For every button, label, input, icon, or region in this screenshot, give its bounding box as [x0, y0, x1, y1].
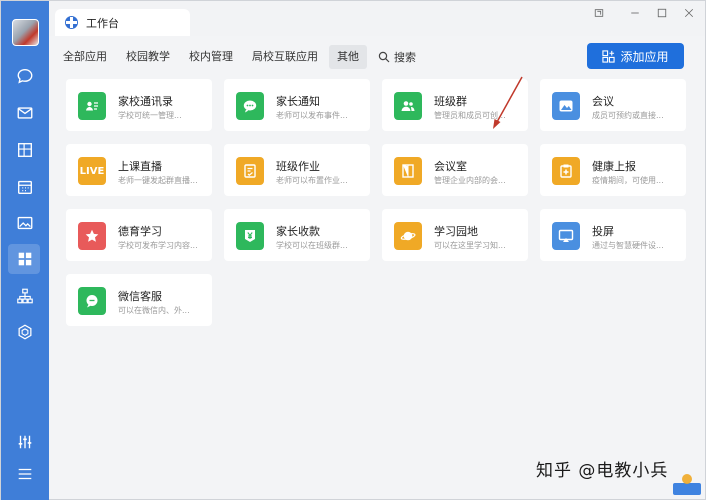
app-desc: 管理企业内部的会...: [434, 176, 506, 185]
app-title: 微信客服: [118, 290, 162, 303]
app-card-parent-payment[interactable]: 家长收款 学校可以在班级群...: [224, 209, 370, 261]
app-title: 会议室: [434, 160, 467, 173]
pin-icon[interactable]: [588, 5, 610, 21]
people-icon: [394, 92, 422, 120]
annotation-arrow-icon: [493, 76, 523, 129]
app-title: 家长通知: [276, 95, 320, 108]
search-icon: [378, 51, 390, 63]
app-desc: 成员可预约或直接...: [592, 111, 664, 120]
tab-all-apps[interactable]: 全部应用: [63, 45, 107, 69]
app-title: 家校通讯录: [118, 95, 173, 108]
chat-bubble-icon: [236, 92, 264, 120]
title-bar: 工作台: [49, 1, 705, 36]
tab-other[interactable]: 其他: [329, 45, 367, 69]
grid-icon[interactable]: [15, 249, 35, 269]
add-app-label: 添加应用: [620, 49, 669, 64]
add-app-button[interactable]: 添加应用: [587, 43, 684, 69]
app-title: 班级群: [434, 95, 467, 108]
app-card-live-class[interactable]: LIVE 上课直播 老师一键发起群直播...: [66, 144, 212, 196]
health-clipboard-icon: [552, 157, 580, 185]
app-card-moral-study[interactable]: 德育学习 学校可发布学习内容...: [66, 209, 212, 261]
wechat-service-icon: [78, 287, 106, 315]
homework-icon: [236, 157, 264, 185]
watermark-logo-icon: [673, 474, 701, 495]
app-title: 上课直播: [118, 160, 162, 173]
app-card-homework[interactable]: 班级作业 老师可以布置作业...: [224, 144, 370, 196]
search-label: 搜索: [394, 51, 416, 64]
app-card-learning-garden[interactable]: 学习园地 可以在这里学习知...: [382, 209, 528, 261]
app-desc: 学校可以在班级群...: [276, 241, 348, 250]
workbench-content: 全部应用 校园教学 校内管理 局校互联应用 其他 搜索 添加应用 家校通讯录 学…: [49, 36, 705, 499]
app-desc: 通过与智慧硬件设...: [592, 241, 664, 250]
tab-school-management[interactable]: 校内管理: [189, 45, 233, 69]
star-icon: [78, 222, 106, 250]
image-icon[interactable]: [15, 213, 35, 233]
org-chart-icon[interactable]: [15, 286, 35, 306]
door-icon: [394, 157, 422, 185]
app-card-meeting-room[interactable]: 会议室 管理企业内部的会...: [382, 144, 528, 196]
menu-icon[interactable]: [15, 464, 35, 484]
app-card-contacts[interactable]: 家校通讯录 学校可统一管理...: [66, 79, 212, 131]
chat-icon[interactable]: [15, 66, 35, 86]
close-icon[interactable]: [678, 5, 700, 21]
app-card-screen-cast[interactable]: 投屏 通过与智慧硬件设...: [540, 209, 686, 261]
app-desc: 老师可以布置作业...: [276, 176, 348, 185]
add-app-icon: [602, 49, 616, 63]
app-title: 德育学习: [118, 225, 162, 238]
sliders-icon[interactable]: [15, 432, 35, 452]
app-title: 投屏: [592, 225, 614, 238]
app-title: 会议: [592, 95, 614, 108]
app-desc: 老师一键发起群直播...: [118, 176, 198, 185]
app-desc: 可以在这里学习知...: [434, 241, 506, 250]
live-badge-icon: LIVE: [78, 157, 106, 185]
app-title: 学习园地: [434, 225, 478, 238]
app-desc: 学校可统一管理...: [118, 111, 182, 120]
tab-workbench[interactable]: 工作台: [55, 9, 190, 36]
app-desc: 学校可发布学习内容...: [118, 241, 198, 250]
app-desc: 老师可以发布事件...: [276, 111, 348, 120]
search-button[interactable]: 搜索: [378, 49, 416, 65]
mail-icon[interactable]: [15, 103, 35, 123]
cube-icon[interactable]: [15, 322, 35, 342]
calendar-icon[interactable]: [15, 177, 35, 197]
cast-screen-icon: [552, 222, 580, 250]
contact-card-icon: [78, 92, 106, 120]
minimize-icon[interactable]: [624, 5, 646, 21]
app-card-wechat-service[interactable]: 微信客服 可以在微信内、外...: [66, 274, 212, 326]
avatar[interactable]: [12, 19, 39, 46]
app-logo-icon: [65, 16, 78, 29]
mountain-icon: [552, 92, 580, 120]
document-icon[interactable]: [15, 140, 35, 160]
category-nav: 全部应用 校园教学 校内管理 局校互联应用 其他 搜索: [63, 44, 416, 70]
app-title: 家长收款: [276, 225, 320, 238]
app-window: 工作台 全部应用 校园教学 校内管理 局校互联应用 其他 搜索 添加应用 家校通…: [0, 0, 706, 500]
app-card-parent-notice[interactable]: 家长通知 老师可以发布事件...: [224, 79, 370, 131]
app-card-health-report[interactable]: 健康上报 疫情期间，可使用...: [540, 144, 686, 196]
watermark-text: 知乎 @电教小兵: [536, 461, 669, 481]
app-title: 健康上报: [592, 160, 636, 173]
app-card-meeting[interactable]: 会议 成员可预约或直接...: [540, 79, 686, 131]
yuan-icon: [236, 222, 264, 250]
tab-campus-teaching[interactable]: 校园教学: [126, 45, 170, 69]
app-title: 班级作业: [276, 160, 320, 173]
tab-bureau-school-apps[interactable]: 局校互联应用: [252, 45, 318, 69]
maximize-icon[interactable]: [651, 5, 673, 21]
planet-icon: [394, 222, 422, 250]
app-desc: 可以在微信内、外...: [118, 306, 190, 315]
sidebar: [1, 1, 49, 500]
app-desc: 疫情期间，可使用...: [592, 176, 664, 185]
tab-title: 工作台: [86, 16, 119, 30]
